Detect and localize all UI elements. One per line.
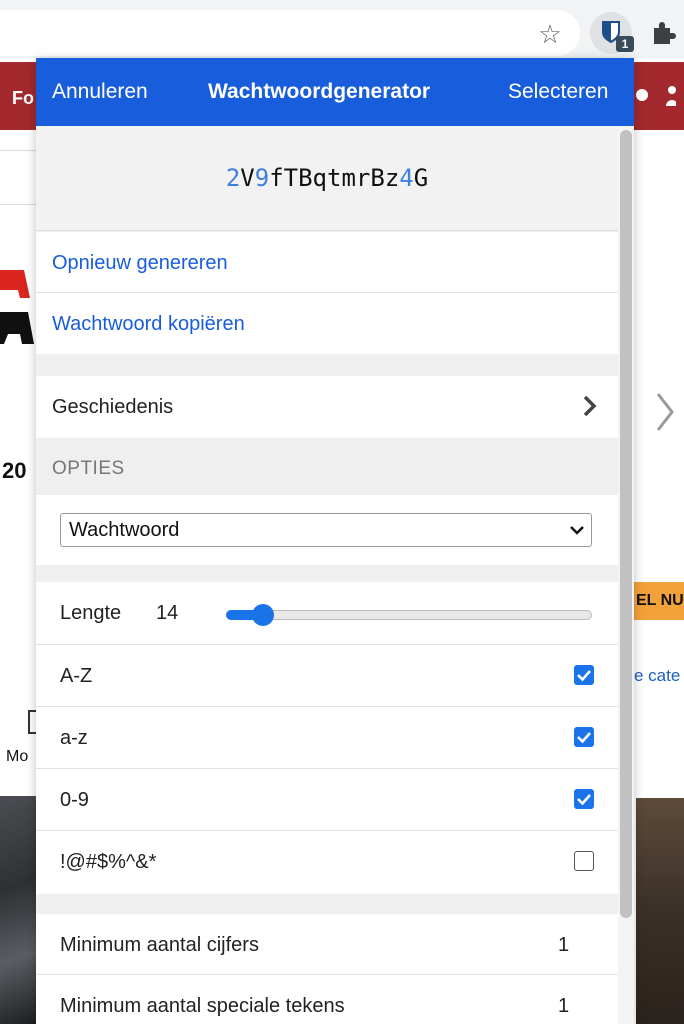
uppercase-label: A-Z (60, 665, 93, 687)
site-nav-fragment: Fo (12, 88, 34, 108)
minimum-section: Minimum aantal cijfers 1 Minimum aantal … (36, 914, 618, 1024)
password-char: z (384, 164, 400, 192)
option-special-row[interactable]: !@#$%^&* (36, 831, 618, 894)
select-button[interactable]: Selecteren (508, 80, 608, 104)
password-char: V (240, 164, 255, 192)
site-logo-fragment (0, 270, 34, 344)
options-heading: OPTIES (52, 458, 125, 479)
password-generator-popup: Annuleren Wachtwoordgenerator Selecteren… (36, 58, 634, 1024)
length-value: 14 (156, 602, 179, 624)
special-label: !@#$%^&* (60, 851, 157, 873)
check-icon (577, 732, 591, 744)
generated-password: 2V9fTBqtmrBz4G (36, 126, 618, 231)
carousel-next-icon[interactable] (652, 390, 678, 434)
history-section: Geschiedenis (36, 376, 618, 438)
generator-type-select[interactable]: Wachtwoord (60, 513, 592, 547)
chevron-down-icon (570, 526, 584, 535)
min-special-label: Minimum aantal speciale tekens (60, 995, 345, 1017)
option-lowercase-row[interactable]: a-z (36, 707, 618, 769)
password-char: B (370, 164, 385, 192)
password-char: T (283, 164, 299, 192)
password-digit: 4 (399, 164, 414, 192)
browser-toolbar: ☆ 1 (0, 0, 684, 58)
check-icon (577, 794, 591, 806)
password-char: q (312, 164, 327, 192)
password-char: r (355, 164, 371, 192)
password-char: B (298, 164, 313, 192)
numbers-label: 0-9 (60, 789, 89, 811)
address-bar[interactable] (0, 10, 580, 56)
bookmark-star-icon[interactable]: ☆ (536, 19, 564, 49)
extension-badge: 1 (616, 36, 634, 52)
category-link-fragment[interactable]: e cate (634, 666, 680, 686)
site-divider (0, 150, 40, 151)
history-label: Geschiedenis (52, 396, 174, 418)
extensions-puzzle-icon[interactable] (648, 18, 678, 48)
site-header-icons (636, 86, 676, 106)
lowercase-label: a-z (60, 727, 88, 749)
length-label: Lengte (60, 602, 122, 624)
site-divider (0, 204, 40, 205)
actions-section: Opnieuw genereren Wachtwoord kopiëren (36, 232, 618, 354)
copy-row[interactable]: Wachtwoord kopiëren (36, 293, 618, 354)
history-row[interactable]: Geschiedenis (36, 376, 618, 437)
select-value: Wachtwoord (69, 519, 180, 541)
special-checkbox[interactable] (574, 851, 594, 871)
min-numbers-label: Minimum aantal cijfers (60, 934, 259, 956)
regenerate-row[interactable]: Opnieuw genereren (36, 232, 618, 293)
copy-password-link[interactable]: Wachtwoord kopiëren (52, 313, 245, 336)
min-special-input[interactable]: 1 (558, 995, 569, 1018)
min-special-row: Minimum aantal speciale tekens 1 (36, 975, 618, 1024)
lowercase-checkbox[interactable] (574, 727, 594, 747)
option-numbers-row[interactable]: 0-9 (36, 769, 618, 831)
page-text-fragment: Mo (6, 748, 29, 765)
password-char: f (269, 164, 284, 192)
password-char: G (413, 164, 429, 192)
password-char: m (341, 164, 356, 192)
password-char: t (327, 164, 342, 192)
password-digit: 2 (225, 164, 241, 192)
length-slider-thumb[interactable] (252, 604, 274, 626)
length-slider[interactable] (226, 610, 592, 620)
popup-title: Wachtwoordgenerator (208, 80, 431, 103)
background-photo (636, 798, 684, 1024)
promo-banner-fragment[interactable]: EL NU (632, 582, 684, 620)
popup-header: Annuleren Wachtwoordgenerator Selecteren (36, 58, 634, 126)
uppercase-checkbox[interactable] (574, 665, 594, 685)
chevron-right-icon (583, 395, 597, 417)
regenerate-link[interactable]: Opnieuw genereren (52, 252, 228, 275)
options-section: Lengte 14 A-Z a-z 0-9 !@#$%^&* (36, 582, 618, 894)
length-row: Lengte 14 (36, 582, 618, 645)
scrollbar-thumb[interactable] (620, 130, 632, 918)
option-uppercase-row[interactable]: A-Z (36, 645, 618, 707)
background-photo (0, 796, 36, 1024)
check-icon (577, 670, 591, 682)
numbers-checkbox[interactable] (574, 789, 594, 809)
min-numbers-row: Minimum aantal cijfers 1 (36, 914, 618, 975)
min-numbers-input[interactable]: 1 (558, 934, 569, 957)
cancel-button[interactable]: Annuleren (52, 80, 148, 104)
page-text-fragment: 20 (2, 458, 27, 483)
password-digit: 9 (254, 164, 270, 192)
